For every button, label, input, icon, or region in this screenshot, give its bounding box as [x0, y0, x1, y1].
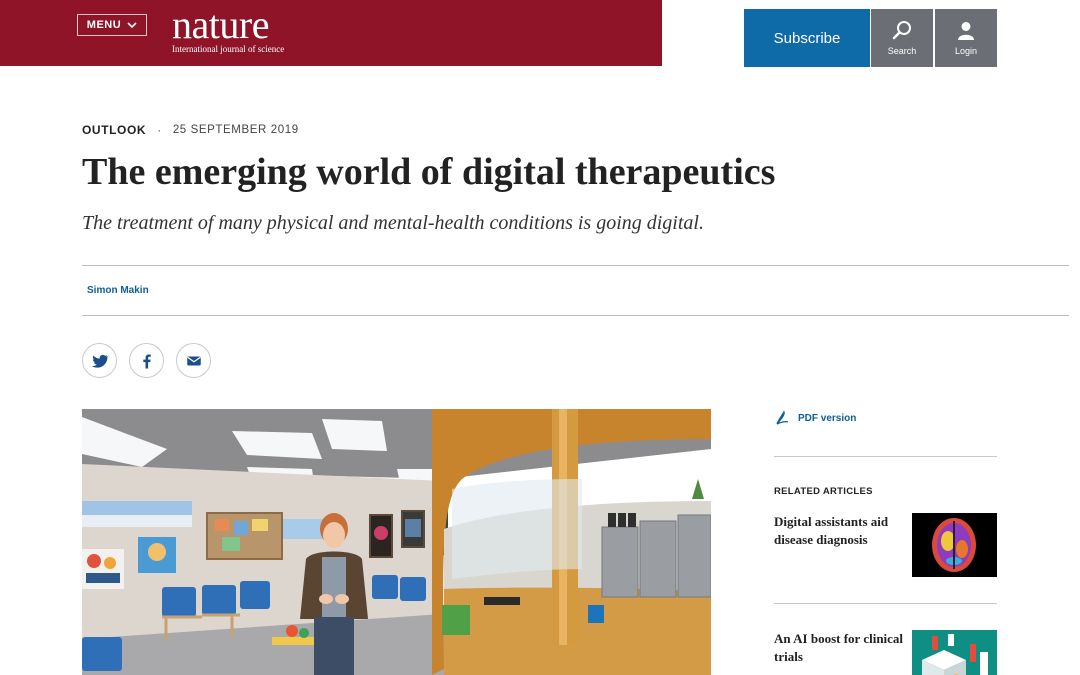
- sidebar-divider: [774, 603, 997, 604]
- sidebar-divider: [774, 456, 997, 457]
- related-article-item[interactable]: An AI boost for clinical trials: [774, 630, 997, 675]
- logo-wordmark: nature: [172, 2, 269, 47]
- pdf-label: PDF version: [798, 412, 857, 424]
- related-article-thumbnail: [912, 630, 997, 675]
- search-button[interactable]: Search: [871, 9, 933, 67]
- logo-tagline: International journal of science: [172, 44, 285, 54]
- share-facebook-button[interactable]: [129, 343, 164, 378]
- login-button[interactable]: Login: [935, 9, 997, 67]
- hero-image: [82, 409, 711, 675]
- facebook-icon: [142, 353, 151, 368]
- site-header-brand-bar: MENU nature International journal of sci…: [0, 0, 662, 66]
- divider: [82, 315, 1069, 316]
- pdf-icon: [776, 410, 789, 425]
- twitter-icon: [91, 354, 109, 368]
- related-article-item[interactable]: Digital assistants aid disease diagnosis: [774, 513, 997, 577]
- pdf-download-link[interactable]: PDF version: [774, 410, 856, 426]
- article-meta: OUTLOOK · 25 SEPTEMBER 2019: [82, 123, 299, 137]
- publish-date: 25 SEPTEMBER 2019: [172, 124, 299, 136]
- related-articles-heading: RELATED ARTICLES: [774, 486, 873, 497]
- meta-separator: ·: [157, 123, 162, 137]
- menu-button[interactable]: MENU: [77, 14, 147, 36]
- divider: [82, 265, 1069, 266]
- search-label: Search: [887, 46, 917, 56]
- article-standfirst: The treatment of many physical and menta…: [82, 212, 704, 234]
- share-email-button[interactable]: [176, 343, 211, 378]
- login-label: Login: [954, 46, 978, 56]
- article-section[interactable]: OUTLOOK: [82, 123, 146, 137]
- chevron-down-icon: [127, 21, 137, 28]
- related-article-title: Digital assistants aid disease diagnosis: [774, 514, 889, 547]
- related-article-title: An AI boost for clinical trials: [774, 631, 904, 664]
- share-twitter-button[interactable]: [82, 343, 117, 378]
- user-icon: [958, 22, 974, 40]
- article-title: The emerging world of digital therapeuti…: [82, 151, 776, 193]
- subscribe-label: Subscribe: [773, 29, 841, 47]
- author-link[interactable]: Simon Makin: [87, 285, 149, 296]
- site-logo[interactable]: nature International journal of science: [172, 2, 285, 55]
- related-article-thumbnail: [912, 513, 997, 577]
- search-icon: [892, 21, 911, 40]
- menu-label: MENU: [86, 19, 122, 31]
- subscribe-button[interactable]: Subscribe: [744, 9, 870, 67]
- email-icon: [186, 356, 201, 365]
